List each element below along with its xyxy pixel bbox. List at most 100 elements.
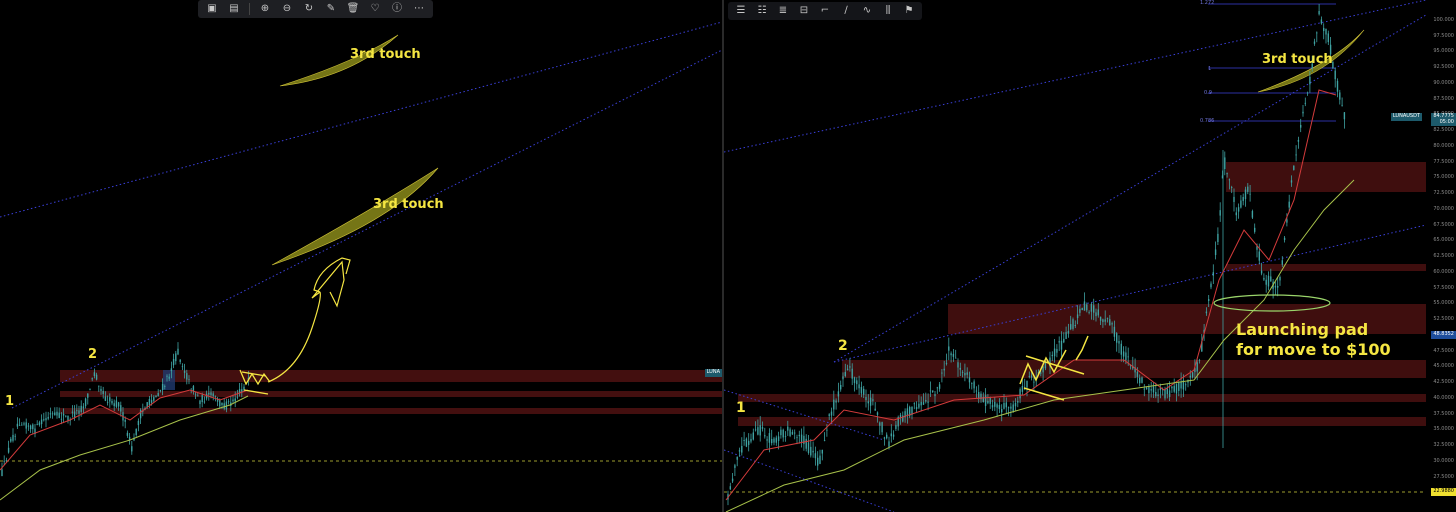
candle-body: [29, 425, 32, 430]
y-tick-label: 75.0000: [1433, 174, 1454, 181]
y-tick-label: 37.5000: [1433, 410, 1454, 417]
candle-body: [1120, 343, 1122, 355]
candle-body: [922, 402, 925, 405]
heart-icon[interactable]: ♡: [365, 1, 385, 17]
fib-icon[interactable]: ⊟: [794, 3, 814, 19]
candle-body: [159, 390, 162, 392]
candle-body: [14, 435, 16, 437]
candle-body: [1168, 390, 1171, 398]
candle-body: [1090, 303, 1093, 312]
candle-body: [805, 438, 807, 449]
low-zone-2: [738, 417, 1426, 426]
wave-icon[interactable]: ∿: [857, 3, 877, 19]
y-tick-label: 97.5000: [1433, 32, 1454, 39]
candle-body: [773, 438, 775, 443]
more-icon[interactable]: ⋯: [409, 1, 429, 17]
candle-body: [800, 434, 803, 442]
candle-body: [858, 384, 860, 389]
image-icon[interactable]: ▣: [202, 1, 222, 17]
lines-icon[interactable]: ☰: [731, 3, 751, 19]
y-tick-label: 55.0000: [1433, 300, 1454, 307]
candle-body: [1010, 406, 1012, 409]
candle-body: [161, 384, 164, 390]
candle-body: [943, 368, 945, 371]
candle-body: [1212, 272, 1214, 276]
candle-body: [938, 384, 941, 389]
candle-body: [203, 401, 206, 403]
candle-body: [71, 411, 74, 413]
info-icon[interactable]: ⓘ: [387, 1, 407, 17]
delete-icon[interactable]: 🗑: [343, 1, 363, 17]
candle-body: [950, 353, 952, 356]
candle-body: [1173, 385, 1175, 392]
candle-body: [27, 425, 30, 427]
candle-body: [51, 413, 54, 415]
candle-body: [842, 376, 844, 380]
candle-body: [214, 395, 217, 397]
arrow-projection: [267, 257, 351, 383]
candle-body: [819, 455, 821, 464]
price-axis[interactable]: 100.000 97.5000 95.0000 92.5000 90.0000 87.50…: [1426, 0, 1456, 512]
candle-body: [1106, 318, 1109, 320]
y-tick-label: 77.5000: [1433, 158, 1454, 165]
candle-body: [1320, 19, 1323, 24]
candle-body: [890, 433, 892, 437]
bars-icon[interactable]: ⫼: [878, 3, 898, 19]
candle-body: [137, 420, 140, 426]
candle-body: [1210, 283, 1212, 288]
pen-icon[interactable]: ∕: [836, 3, 856, 19]
candle-body: [1125, 352, 1127, 361]
candle-body: [952, 353, 955, 357]
support-zone-lower: [60, 408, 722, 414]
candle-body: [789, 429, 791, 436]
candle-body: [1017, 400, 1019, 403]
ema-fast-line: [725, 89, 1337, 501]
candle-body: [87, 393, 89, 398]
candle-body: [117, 402, 120, 407]
refresh-icon[interactable]: ↻: [299, 1, 319, 17]
candle-body: [45, 418, 47, 421]
candle-body: [1152, 386, 1155, 393]
image-edit-icon[interactable]: ▤: [224, 1, 244, 17]
candle-body: [941, 372, 943, 374]
candle-body: [856, 380, 858, 385]
candle-body: [1341, 104, 1343, 106]
y-tick-label: 32.5000: [1433, 442, 1454, 448]
flag-icon[interactable]: ⚑: [899, 3, 919, 19]
zoom-in-icon[interactable]: ⊕: [255, 1, 275, 17]
right-chart-panel[interactable]: ☰ ☷ ≣ ⊟ ⌐ ∕ ∿ ⫼ ⚑ 3rd touch 1 2 Launchin…: [724, 0, 1456, 512]
candle-body: [1, 469, 3, 477]
candle-body: [1198, 359, 1201, 361]
left-chart-panel[interactable]: 3rd touch 3rd touch 1 2 LUNA ▣ ▤ ⊕ ⊖ ↻ ✎…: [0, 0, 722, 512]
candle-body: [1074, 325, 1076, 327]
candle-body: [1254, 227, 1256, 232]
candle-body: [12, 434, 14, 441]
candle-body: [1070, 324, 1072, 330]
candle-body: [1290, 180, 1293, 183]
brush-icon[interactable]: ⌐: [815, 3, 835, 19]
zoom-out-icon[interactable]: ⊖: [277, 1, 297, 17]
candle-body: [104, 396, 107, 401]
candle-body: [111, 400, 113, 404]
candle-body: [91, 378, 93, 380]
candle-body: [796, 437, 798, 439]
candle-body: [754, 429, 757, 431]
candle-body: [18, 425, 21, 426]
candle-body: [851, 368, 853, 379]
candle-body: [991, 405, 994, 408]
candle-body: [775, 437, 777, 443]
candle-body: [964, 372, 966, 376]
lines-icon[interactable]: ☷: [752, 3, 772, 19]
third-touch-shape-lower: [271, 167, 439, 266]
candle-body: [1189, 375, 1191, 378]
candle-body: [1012, 404, 1014, 411]
candle-body: [1334, 70, 1336, 80]
candle-body: [227, 401, 230, 403]
right-chart-canvas[interactable]: [724, 0, 1456, 512]
candle-body: [1102, 319, 1104, 323]
left-chart-canvas[interactable]: [0, 0, 722, 512]
fib-icon[interactable]: ≣: [773, 3, 793, 19]
candle-body: [918, 403, 920, 408]
candle-body: [1265, 279, 1267, 285]
edit-icon[interactable]: ✎: [321, 1, 341, 17]
